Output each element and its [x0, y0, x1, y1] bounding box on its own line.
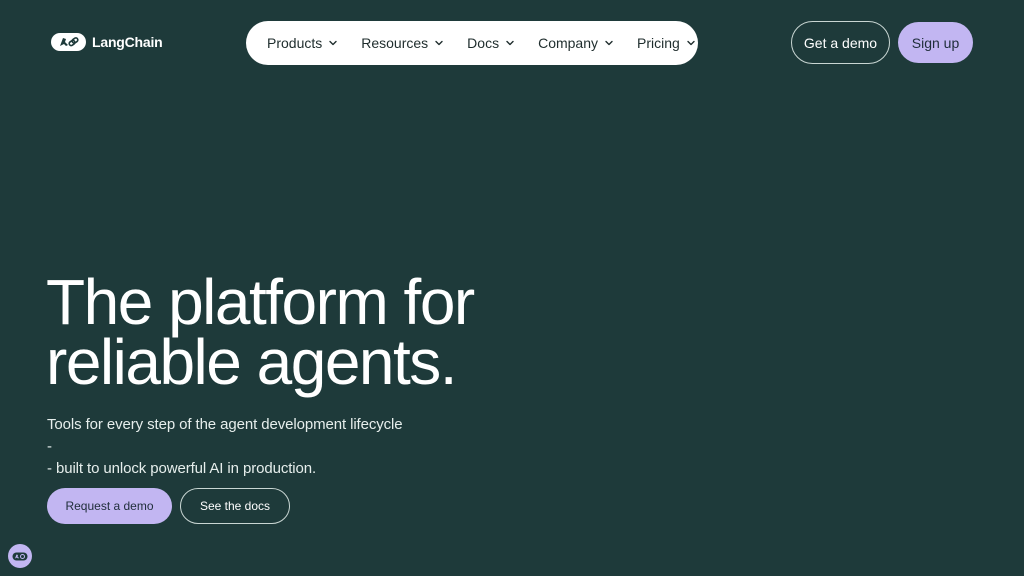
langchain-parrot-link-icon	[51, 33, 86, 51]
get-demo-button[interactable]: Get a demo	[791, 21, 890, 64]
nav-item-products[interactable]: Products	[267, 35, 338, 51]
nav-item-label: Resources	[361, 35, 429, 51]
chevron-down-icon	[329, 40, 337, 46]
hero-subtitle-line: Tools for every step of the agent develo…	[47, 416, 403, 455]
hero-title-line: reliable agents.	[46, 326, 458, 398]
nav-item-docs[interactable]: Docs	[467, 35, 515, 51]
nav-item-label: Docs	[467, 35, 500, 51]
nav-item-company[interactable]: Company	[538, 35, 614, 51]
hero-title: The platform for reliable agents.	[46, 266, 606, 398]
nav-item-resources[interactable]: Resources	[361, 35, 444, 51]
chevron-down-icon	[506, 40, 514, 46]
chevron-down-icon	[435, 40, 443, 46]
request-demo-button[interactable]: Request a demo	[47, 488, 172, 524]
nav-item-label: Pricing	[637, 35, 680, 51]
brand-name: LangChain	[92, 34, 163, 50]
chevron-down-icon	[605, 40, 613, 46]
langchain-chat-widget-icon[interactable]	[8, 544, 32, 568]
brand-logo[interactable]: LangChain	[51, 33, 163, 51]
hero-subtitle: Tools for every step of the agent develo…	[47, 414, 407, 480]
sign-up-button[interactable]: Sign up	[898, 22, 973, 63]
chevron-down-icon	[687, 40, 695, 46]
main-nav: Products Resources Docs Company Pricing	[246, 21, 698, 65]
hero-subtitle-line: - built to unlock powerful AI in product…	[47, 460, 317, 477]
landing-page: LangChain Products Resources Docs Compan…	[0, 0, 1024, 576]
nav-item-pricing[interactable]: Pricing	[637, 35, 696, 51]
see-docs-button[interactable]: See the docs	[180, 488, 290, 524]
hero-title-line: The platform for	[46, 266, 475, 338]
nav-item-label: Products	[267, 35, 323, 51]
nav-item-label: Company	[538, 35, 598, 51]
